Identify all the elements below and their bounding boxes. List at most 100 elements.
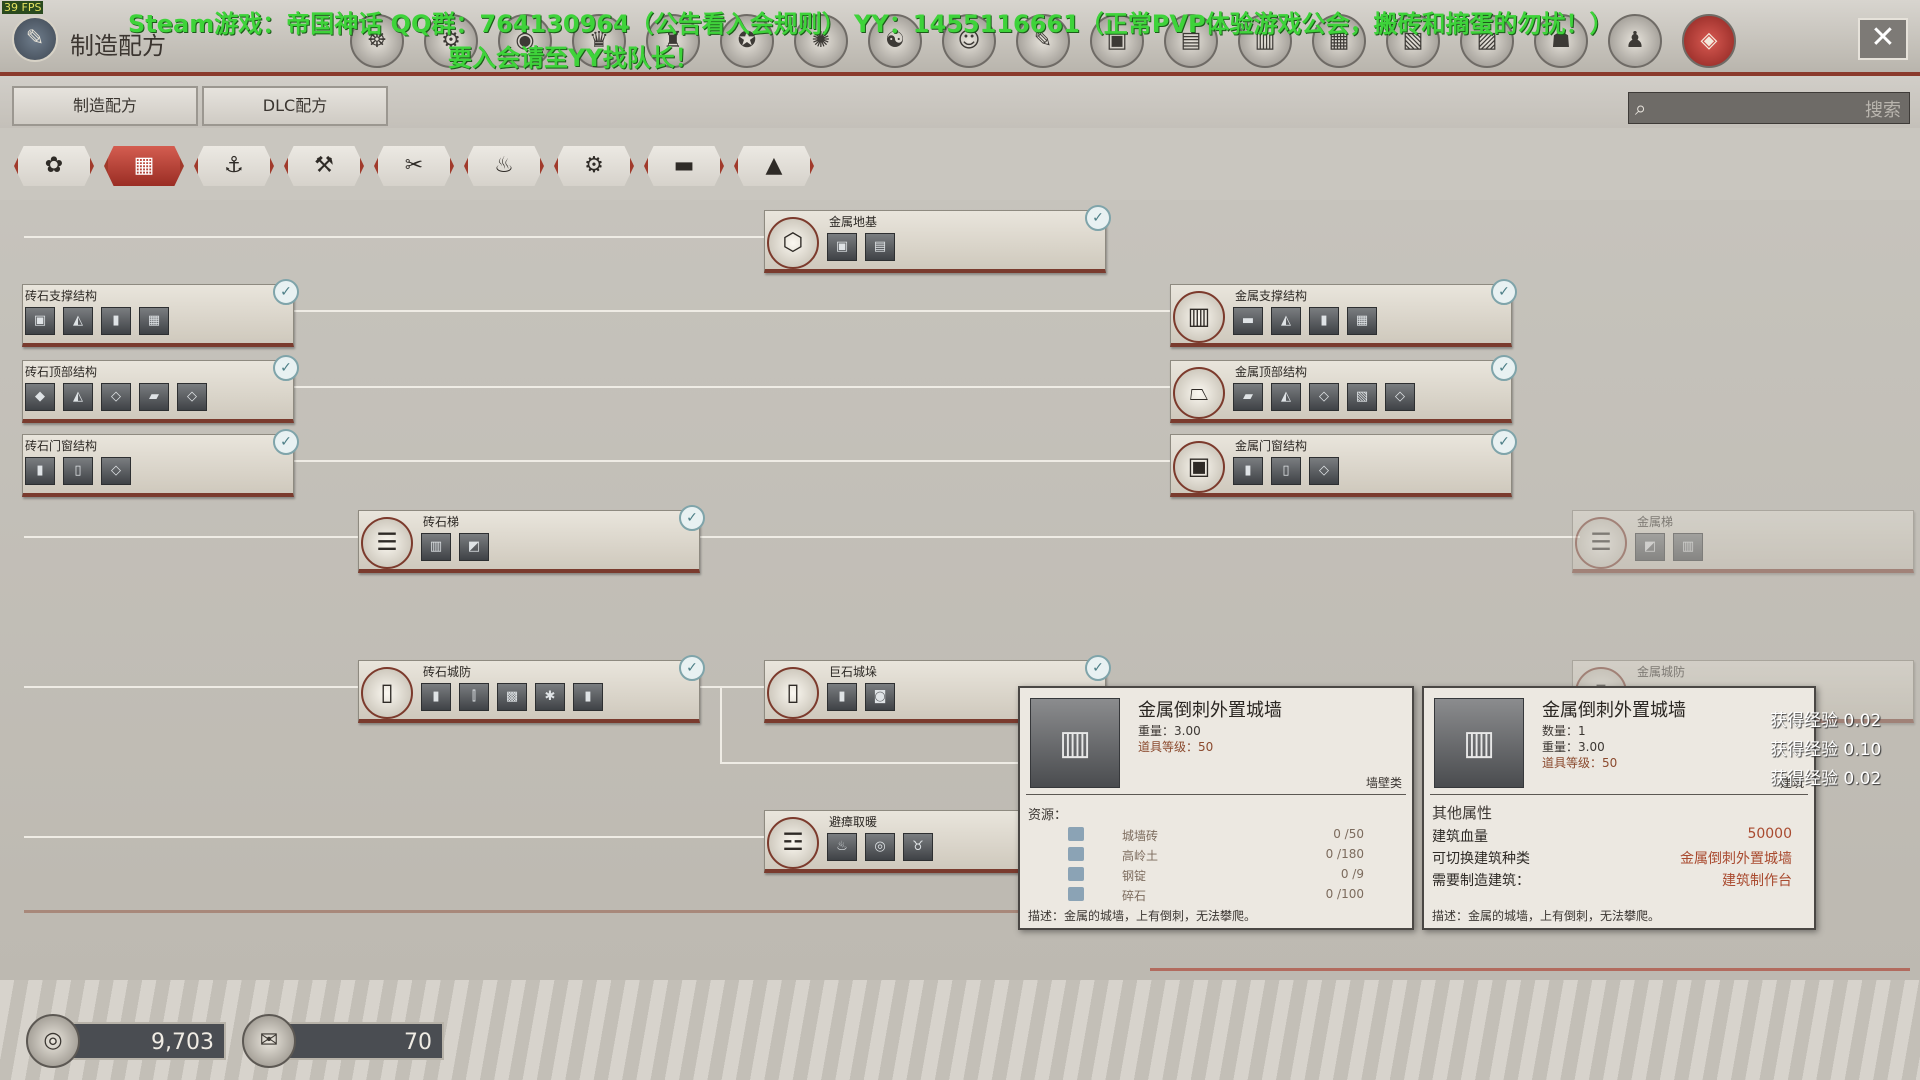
building-piece-icon[interactable]: ▮ <box>573 683 603 711</box>
unlocked-check-icon: ✓ <box>679 505 705 531</box>
unlocked-check-icon: ✓ <box>1085 655 1111 681</box>
building-piece-icon[interactable]: ▮ <box>1309 307 1339 335</box>
building-piece-icon[interactable]: ▦ <box>139 307 169 335</box>
other-props-label: 其他属性 <box>1432 804 1493 822</box>
building-piece-icon[interactable]: ▬ <box>1233 307 1263 335</box>
recipe-node[interactable]: ⬡ 金属地基 ▣ ▤ ✓ <box>764 205 1111 273</box>
tree-connector <box>700 536 1580 538</box>
recipe-node[interactable]: ⏢ 金属顶部结构 ▰ ◭ ◇ ▧ ◇ ✓ <box>1170 355 1517 423</box>
recipe-node-items: ▮ ▯ ◇ <box>25 457 131 485</box>
tree-connector <box>24 236 764 238</box>
building-piece-icon[interactable]: ▥ <box>421 533 451 561</box>
xp-gain-popup: 获得经验 0.10 <box>1770 740 1882 760</box>
building-piece-icon[interactable]: ◎ <box>865 833 895 861</box>
resource-row: 城墙砖 0 /50 <box>1068 826 1394 844</box>
building-piece-icon[interactable]: ◇ <box>1309 457 1339 485</box>
recipe-node-badge-icon: ▯ <box>767 667 819 719</box>
building-piece-icon[interactable]: ◇ <box>1309 383 1339 411</box>
brick-icon <box>1068 827 1084 841</box>
building-piece-icon[interactable]: ▯ <box>1271 457 1301 485</box>
building-piece-icon[interactable]: ◭ <box>63 307 93 335</box>
resource-name: 钢锭 <box>1122 869 1147 883</box>
category-tab[interactable]: ✂ <box>374 146 454 186</box>
building-piece-icon[interactable]: ◆ <box>25 383 55 411</box>
tree-connector <box>24 536 364 538</box>
category-tab[interactable]: ⚙ <box>554 146 634 186</box>
building-piece-icon[interactable]: ▦ <box>1347 307 1377 335</box>
close-button[interactable]: ✕ <box>1858 18 1908 60</box>
tooltip-separator <box>1026 794 1406 795</box>
recipe-node[interactable]: ▥ 金属支撑结构 ▬ ◭ ▮ ▦ ✓ <box>1170 279 1517 347</box>
category-tab[interactable]: ▲ <box>734 146 814 186</box>
tooltip-item-level: 道具等级：50 <box>1542 756 1618 770</box>
tab-dlc-recipes[interactable]: DLC配方 <box>202 86 388 126</box>
recipe-node-badge-icon: ⏢ <box>1173 367 1225 419</box>
building-piece-icon[interactable]: ✱ <box>535 683 565 711</box>
building-piece-icon[interactable]: ◭ <box>1271 383 1301 411</box>
category-tab[interactable]: ⚓ <box>194 146 274 186</box>
recipe-node-title: 砖石门窗结构 <box>25 439 98 453</box>
building-piece-icon[interactable]: ▯ <box>63 457 93 485</box>
book-emblem-icon: ✎ <box>12 16 58 62</box>
tree-connector <box>290 460 1170 462</box>
search-icon: ⌕ <box>1635 96 1647 120</box>
building-piece-icon[interactable]: ▮ <box>1233 457 1263 485</box>
tooltip-weight: 重量：3.00 <box>1542 740 1605 754</box>
recipe-node-title: 金属支撑结构 <box>1235 289 1308 303</box>
building-piece-icon[interactable]: ▮ <box>25 457 55 485</box>
recipe-node[interactable]: ☰ 金属梯 ◩ ▥ <box>1572 510 1914 573</box>
building-piece-icon[interactable]: ◩ <box>1635 533 1665 561</box>
resource-row: 碎石 0 /100 <box>1068 886 1394 904</box>
building-piece-icon[interactable]: ▰ <box>139 383 169 411</box>
search-input[interactable] <box>1663 95 1867 121</box>
unlocked-check-icon: ✓ <box>1491 429 1517 455</box>
building-piece-icon[interactable]: ◭ <box>1271 307 1301 335</box>
property-row: 可切换建筑种类 金属倒刺外置城墙 <box>1432 848 1802 868</box>
category-tab[interactable]: ▬ <box>644 146 724 186</box>
building-piece-icon[interactable]: ◭ <box>63 383 93 411</box>
category-tab[interactable]: ⚒ <box>284 146 364 186</box>
building-piece-icon[interactable]: ◇ <box>101 383 131 411</box>
building-piece-icon[interactable]: ▮ <box>827 683 857 711</box>
search-button[interactable]: 搜索 <box>1865 96 1901 122</box>
building-piece-icon[interactable]: ▤ <box>865 233 895 261</box>
recipe-node[interactable]: 砖石顶部结构 ◆ ◭ ◇ ▰ ◇ ✓ <box>22 355 299 423</box>
category-tab[interactable]: ✿ <box>14 146 94 186</box>
category-tab[interactable]: ▦ <box>104 146 184 186</box>
building-piece-icon[interactable]: ▥ <box>1673 533 1703 561</box>
building-piece-icon[interactable]: ◩ <box>459 533 489 561</box>
top-menu-icon[interactable]: ♟ <box>1608 14 1662 68</box>
recipe-node[interactable]: 砖石支撑结构 ▣ ◭ ▮ ▦ ✓ <box>22 279 299 347</box>
building-piece-icon[interactable]: ⫿ <box>459 683 489 711</box>
building-piece-icon[interactable]: ▧ <box>1347 383 1377 411</box>
resources-label: 资源： <box>1028 808 1068 823</box>
top-menu-icon[interactable]: ◈ <box>1682 14 1736 68</box>
recipe-node-badge-icon: ☲ <box>767 817 819 869</box>
recipe-node[interactable]: ☰ 砖石梯 ▥ ◩ ✓ <box>358 505 705 573</box>
building-piece-icon[interactable]: ◇ <box>1385 383 1415 411</box>
building-piece-icon[interactable]: ▮ <box>421 683 451 711</box>
recipe-node-items: ◩ ▥ <box>1635 533 1703 561</box>
recipe-node[interactable]: ▣ 金属门窗结构 ▮ ▯ ◇ ✓ <box>1170 429 1517 497</box>
building-piece-icon[interactable]: ◇ <box>177 383 207 411</box>
building-piece-icon[interactable]: ♉ <box>903 833 933 861</box>
tree-connector <box>290 386 1170 388</box>
tab-crafting-recipes[interactable]: 制造配方 <box>12 86 198 126</box>
building-piece-icon[interactable]: ▩ <box>497 683 527 711</box>
building-piece-icon[interactable]: ♨ <box>827 833 857 861</box>
recipe-node[interactable]: 砖石门窗结构 ▮ ▯ ◇ ✓ <box>22 429 299 497</box>
recipe-node-items: ▮ ▯ ◇ <box>1233 457 1339 485</box>
building-piece-icon[interactable]: ▮ <box>101 307 131 335</box>
recipe-node-title: 巨石城垛 <box>829 665 878 679</box>
building-piece-icon[interactable]: ▣ <box>25 307 55 335</box>
building-piece-icon[interactable]: ▰ <box>1233 383 1263 411</box>
resource-count: 0 /180 <box>1325 847 1364 861</box>
resource-name: 城墙砖 <box>1122 829 1159 843</box>
building-piece-icon[interactable]: ◇ <box>101 457 131 485</box>
building-piece-icon[interactable]: ◙ <box>865 683 895 711</box>
building-piece-icon[interactable]: ▣ <box>827 233 857 261</box>
tooltip-quantity: 数量：1 <box>1542 724 1586 738</box>
category-tab[interactable]: ♨ <box>464 146 544 186</box>
tree-divider <box>24 910 1024 913</box>
recipe-node[interactable]: ▯ 砖石城防 ▮ ⫿ ▩ ✱ ▮ ✓ <box>358 655 705 723</box>
